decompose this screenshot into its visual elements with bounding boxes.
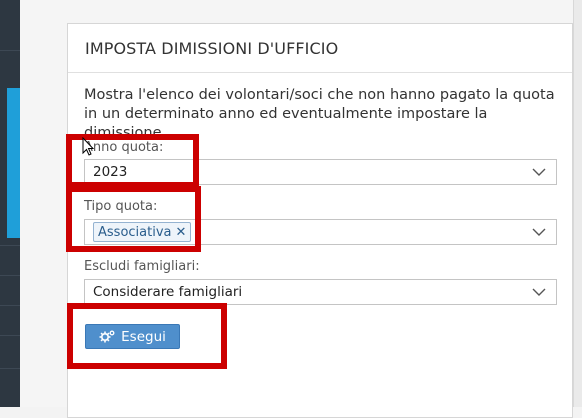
sidebar-divider: [0, 335, 20, 336]
chevron-down-icon[interactable]: [532, 287, 546, 297]
chevron-down-icon[interactable]: [532, 227, 546, 237]
sidebar-active-indicator[interactable]: [7, 88, 20, 238]
mouse-cursor-icon: [82, 137, 95, 156]
scrollbar[interactable]: [573, 0, 582, 407]
highlight-box: [67, 303, 227, 369]
escludi-famigliari-value: Considerare famigliari: [93, 284, 243, 300]
escludi-famigliari-select[interactable]: Considerare famigliari: [84, 279, 557, 305]
left-sidebar: [0, 0, 20, 407]
sidebar-divider: [0, 50, 20, 51]
panel-title: IMPOSTA DIMISSIONI D'UFFICIO: [68, 24, 572, 73]
highlight-box: [66, 186, 201, 252]
sidebar-divider: [0, 305, 20, 306]
chevron-down-icon[interactable]: [532, 167, 546, 177]
escludi-famigliari-label: Escludi famigliari:: [84, 259, 200, 274]
sidebar-divider: [0, 245, 20, 246]
sidebar-divider: [0, 368, 20, 369]
sidebar-divider: [0, 275, 20, 276]
